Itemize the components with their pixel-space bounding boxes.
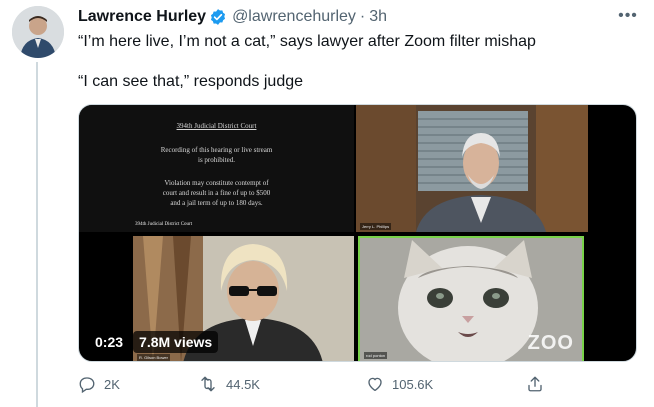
separator-dot: ·: [359, 8, 366, 25]
notice-line: and a jail term of up to 180 days.: [170, 199, 263, 207]
court-notice-panel: 394th Judicial District Court Recording …: [79, 105, 354, 232]
tweet-text-line1: “I’m here live, I’m not a cat,” says law…: [78, 33, 536, 50]
notice-line: Recording of this hearing or live stream: [160, 146, 273, 154]
tweet-actions: 2K 44.5K 105.6K: [78, 372, 548, 396]
author-handle[interactable]: @lawrencehurley: [232, 8, 356, 26]
retweet-icon: [198, 375, 218, 393]
video-views: 7.8M views: [133, 331, 219, 353]
verified-badge-icon: [209, 8, 227, 26]
judge-name-tag: Jerry L. Phillips: [360, 223, 392, 230]
retweet-count: 44.5K: [226, 376, 260, 392]
cat-filter-video-panel: ZOO rod ponton: [358, 236, 584, 361]
thread-line: [36, 62, 38, 407]
judge-image: [356, 105, 588, 232]
video-player[interactable]: 394th Judicial District Court Recording …: [78, 104, 637, 362]
notice-line: is prohibited.: [198, 156, 235, 164]
judge-video-panel: Jerry L. Phillips: [356, 105, 588, 232]
notice-line: court and result in a fine of up to $500: [162, 189, 271, 197]
lawyer-name-tag: R. Gilson Bower: [137, 354, 170, 361]
reply-icon: [78, 375, 96, 393]
avatar[interactable]: [12, 6, 64, 58]
like-button[interactable]: 105.6K: [366, 372, 433, 396]
more-icon[interactable]: •••: [612, 6, 644, 26]
notice-title: 394th Judicial District Court: [176, 122, 257, 130]
tweet-text-line2: “I can see that,” responds judge: [78, 73, 304, 90]
notice-line: Violation may constitute contempt of: [164, 179, 269, 187]
avatar-image: [12, 6, 64, 58]
tweet-time[interactable]: 3h: [369, 8, 387, 26]
author-name[interactable]: Lawrence Hurley: [78, 8, 206, 26]
video-duration: 0:23: [89, 331, 130, 353]
notice-footer: 394th Judicial District Court: [135, 222, 193, 227]
zoom-watermark: ZOO: [527, 332, 574, 354]
reply-button[interactable]: 2K: [78, 372, 120, 396]
cat-name-tag: rod ponton: [364, 352, 388, 359]
tweet-header: Lawrence Hurley @lawrencehurley · 3h: [78, 6, 387, 28]
like-icon: [366, 375, 384, 393]
reply-count: 2K: [104, 376, 120, 392]
retweet-button[interactable]: 44.5K: [198, 372, 260, 396]
video-overlay: 0:23 7.8M views: [89, 331, 219, 353]
share-button[interactable]: [526, 372, 544, 396]
share-icon: [526, 375, 544, 393]
like-count: 105.6K: [392, 376, 434, 392]
